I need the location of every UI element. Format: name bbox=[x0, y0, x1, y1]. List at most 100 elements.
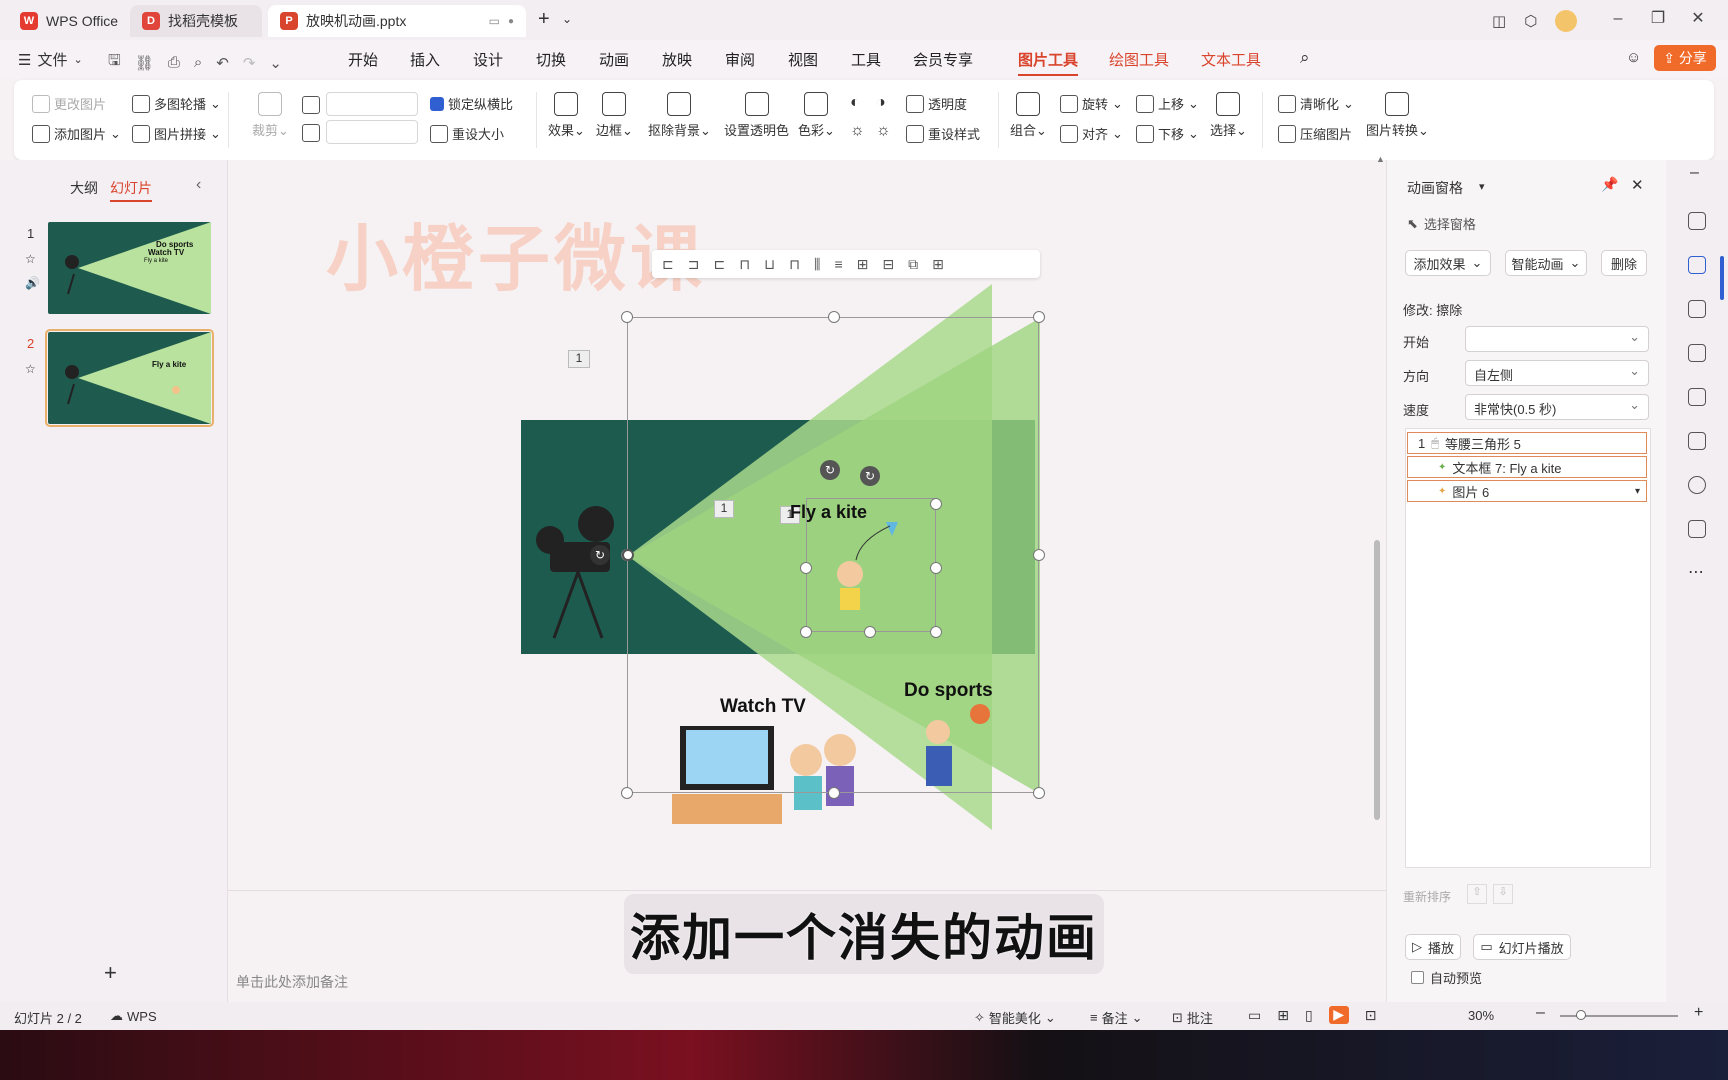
brightness-down-icon[interactable]: ◑ bbox=[876, 94, 886, 112]
tab-outline[interactable]: 大纲 bbox=[70, 178, 98, 198]
smart-beautify-button[interactable]: ✧ 智能美化 ⌄ bbox=[974, 1008, 1056, 1027]
width-input[interactable] bbox=[326, 92, 418, 116]
vertical-scrollbar[interactable] bbox=[1374, 540, 1380, 820]
menu-view[interactable]: 视图 bbox=[788, 49, 818, 70]
direction-select[interactable]: 自左侧 bbox=[1465, 360, 1649, 386]
menu-picture-tools[interactable]: 图片工具 bbox=[1018, 49, 1079, 76]
speed-select[interactable]: 非常快(0.5 秒) bbox=[1465, 394, 1649, 420]
copy-icon[interactable] bbox=[1688, 300, 1706, 318]
item-dropdown-icon[interactable]: ▾ bbox=[1635, 486, 1640, 497]
reset-style-button[interactable]: 重设样式 bbox=[906, 124, 980, 143]
redo-icon[interactable]: ↷ bbox=[243, 54, 256, 72]
set-transparent-color-button[interactable]: 设置透明色 bbox=[724, 92, 789, 139]
align-left-icon[interactable]: ⊏ bbox=[662, 256, 674, 273]
border-button[interactable]: 边框⌄ bbox=[596, 92, 633, 139]
add-picture-button[interactable]: 添加图片 ⌄ bbox=[32, 124, 121, 143]
animation-item[interactable]: 1 🖱 等腰三角形 5 bbox=[1407, 432, 1647, 454]
resize-handle[interactable] bbox=[828, 787, 840, 799]
distribute-v-icon[interactable]: ≡ bbox=[834, 256, 842, 272]
save-icon[interactable]: 🖫 bbox=[108, 50, 121, 75]
help-icon[interactable] bbox=[1688, 476, 1706, 494]
animation-star-icon[interactable] bbox=[1688, 256, 1706, 274]
rotate-button[interactable]: 旋转 ⌄ bbox=[1060, 94, 1123, 113]
resize-handle[interactable] bbox=[621, 311, 633, 323]
resize-handle[interactable] bbox=[800, 562, 812, 574]
picture-icon[interactable] bbox=[1688, 344, 1706, 362]
minimize-strip-icon[interactable]: – bbox=[1690, 164, 1699, 182]
chat-icon[interactable]: ☺ bbox=[1626, 49, 1641, 66]
contrast-up-icon[interactable]: ☼ bbox=[850, 122, 865, 140]
chevron-down-icon[interactable]: ▾ bbox=[1479, 180, 1485, 193]
start-select[interactable] bbox=[1465, 326, 1649, 352]
menu-slideshow[interactable]: 放映 bbox=[662, 49, 692, 70]
resize-handle[interactable] bbox=[930, 562, 942, 574]
cube-icon[interactable]: ⬡ bbox=[1524, 12, 1537, 30]
reading-view-icon[interactable]: ▯ bbox=[1305, 1007, 1313, 1024]
zoom-level[interactable]: 30% bbox=[1468, 1008, 1494, 1023]
new-tab-icon[interactable]: + bbox=[538, 8, 550, 31]
change-picture-button[interactable]: 更改图片 bbox=[32, 94, 106, 113]
restore-icon[interactable]: ❐ bbox=[1638, 8, 1678, 28]
rotate-handle-icon[interactable]: ↻ bbox=[820, 460, 840, 480]
tab-slides[interactable]: 幻灯片 bbox=[110, 178, 152, 202]
close-pane-icon[interactable]: ✕ bbox=[1631, 176, 1644, 194]
resize-handle[interactable] bbox=[1033, 311, 1045, 323]
pin-icon[interactable]: 📌 bbox=[1601, 176, 1618, 193]
normal-view-icon[interactable]: ▭ bbox=[1248, 1007, 1261, 1024]
menu-design[interactable]: 设计 bbox=[473, 49, 503, 70]
beam-origin-handle[interactable] bbox=[622, 549, 634, 561]
align-center-h-icon[interactable]: ⊐ bbox=[688, 256, 700, 273]
multi-outline-button[interactable]: 多图轮播 ⌄ bbox=[132, 94, 221, 113]
search-icon[interactable]: ⌕ bbox=[1300, 48, 1310, 68]
auto-preview-checkbox[interactable]: 自动预览 bbox=[1411, 968, 1482, 987]
send-backward-button[interactable]: 下移 ⌄ bbox=[1136, 124, 1199, 143]
rotate-handle-icon[interactable]: ↻ bbox=[590, 545, 610, 565]
picture-convert-button[interactable]: 图片转换⌄ bbox=[1366, 92, 1429, 139]
align-bottom-icon[interactable]: ⊓ bbox=[789, 256, 800, 273]
file-menu[interactable]: ☰ 文件 ⌄ bbox=[18, 49, 83, 70]
select-pane-link[interactable]: ⬉ 选择窗格 bbox=[1407, 214, 1476, 233]
height-input[interactable] bbox=[326, 120, 418, 144]
equal-height-icon[interactable]: ⊟ bbox=[882, 256, 894, 273]
strip-scroll-indicator[interactable] bbox=[1720, 256, 1724, 300]
zoom-in-icon[interactable]: + bbox=[1694, 1004, 1703, 1022]
resize-handle[interactable] bbox=[828, 311, 840, 323]
tab-list-chevron-icon[interactable]: ⌄ bbox=[562, 12, 572, 26]
sharpen-button[interactable]: 清晰化 ⌄ bbox=[1278, 94, 1354, 113]
menu-transition[interactable]: 切换 bbox=[536, 49, 566, 70]
distribute-h-icon[interactable]: ⫼ bbox=[814, 256, 820, 273]
effect-button[interactable]: 效果⌄ bbox=[548, 92, 585, 139]
tab-docer-templates[interactable]: D 找稻壳模板 bbox=[130, 5, 262, 37]
animation-order-tag[interactable]: 1 bbox=[714, 500, 734, 518]
add-effect-button[interactable]: 添加效果 ⌄ bbox=[1405, 250, 1491, 276]
equal-width-icon[interactable]: ⊞ bbox=[857, 256, 869, 273]
select-button[interactable]: 选择⌄ bbox=[1210, 92, 1247, 139]
scroll-up-icon[interactable]: ▲ bbox=[1376, 154, 1385, 164]
zoom-out-icon[interactable]: – bbox=[1536, 1004, 1545, 1022]
more-icon[interactable]: ⋯ bbox=[1688, 562, 1704, 582]
align-top-icon[interactable]: ⊓ bbox=[739, 256, 750, 273]
preview-icon[interactable]: ⌕ bbox=[194, 54, 202, 71]
smart-animation-button[interactable]: 智能动画 ⌄ bbox=[1505, 250, 1587, 276]
resize-handle[interactable] bbox=[864, 626, 876, 638]
animation-order-tag[interactable]: 1 bbox=[568, 350, 590, 368]
menu-member[interactable]: 会员专享 bbox=[913, 49, 973, 70]
resize-handle[interactable] bbox=[1033, 549, 1045, 561]
play-slideshow-icon[interactable]: ▶ bbox=[1328, 1006, 1349, 1024]
slide-thumbnail-1[interactable]: Do sports Watch TV Fly a kite bbox=[48, 222, 211, 314]
align-middle-icon[interactable]: ⊔ bbox=[764, 256, 775, 273]
menu-review[interactable]: 审阅 bbox=[725, 49, 755, 70]
group-icon[interactable]: ⧉ bbox=[908, 256, 918, 273]
transparency-button[interactable]: 透明度 bbox=[906, 94, 967, 113]
crop-button[interactable]: 裁剪⌄ bbox=[252, 92, 289, 139]
delete-animation-button[interactable]: 删除 bbox=[1601, 250, 1647, 276]
zoom-slider-thumb[interactable] bbox=[1576, 1010, 1586, 1020]
combine-button[interactable]: 组合⌄ bbox=[1010, 92, 1047, 139]
add-slide-button[interactable]: + bbox=[104, 960, 117, 986]
close-icon[interactable]: ✕ bbox=[1678, 8, 1718, 28]
slide-title-text[interactable]: Fly a kite bbox=[790, 502, 867, 523]
compress-picture-button[interactable]: 压缩图片 bbox=[1278, 124, 1352, 143]
tools-icon[interactable] bbox=[1688, 388, 1706, 406]
menu-home[interactable]: 开始 bbox=[348, 49, 378, 70]
menu-text-tools[interactable]: 文本工具 bbox=[1201, 49, 1261, 70]
